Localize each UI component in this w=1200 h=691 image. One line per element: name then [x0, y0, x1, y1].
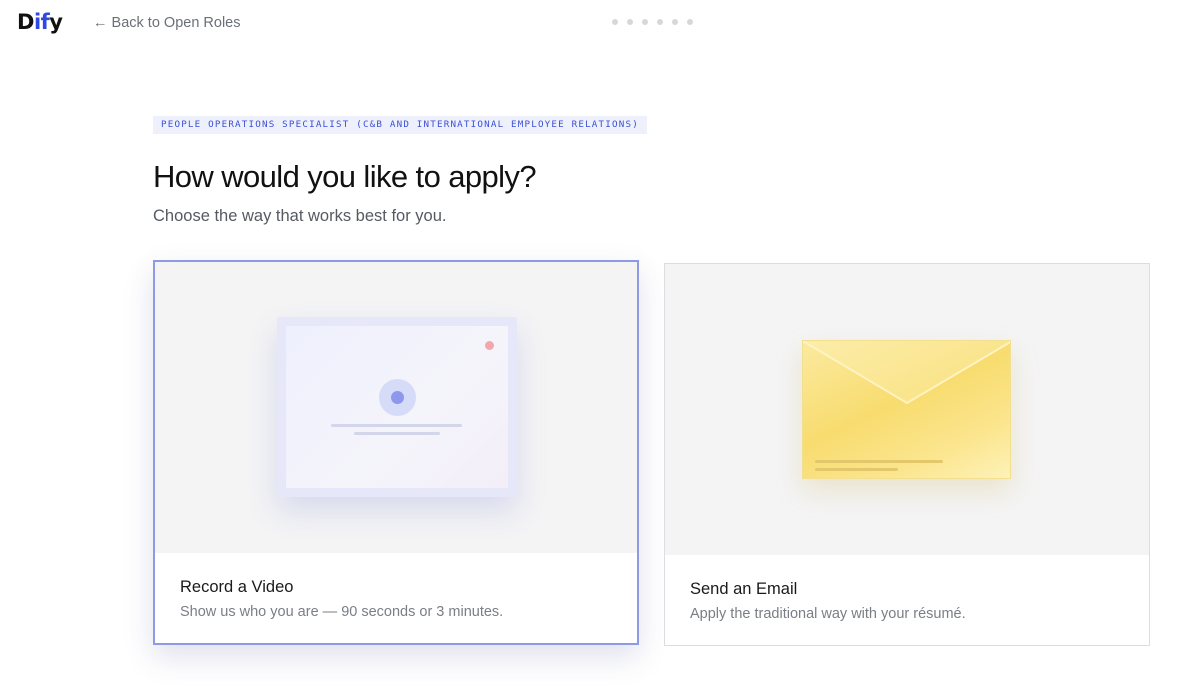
page-title: How would you like to apply?	[153, 159, 537, 194]
logo-letters-if: if	[33, 10, 50, 34]
option-description: Show us who you are — 90 seconds or 3 mi…	[180, 604, 504, 620]
placeholder-line	[815, 460, 943, 463]
envelope-flap	[803, 341, 1010, 405]
step-dot	[672, 19, 678, 25]
video-icon	[277, 317, 517, 497]
video-screen	[286, 326, 508, 488]
record-video-option-card[interactable]: Record a Video Show us who you are — 90 …	[153, 260, 639, 645]
step-dot	[642, 19, 648, 25]
play-icon-center	[391, 391, 404, 404]
option-title: Record a Video	[180, 578, 294, 596]
placeholder-line	[354, 432, 440, 435]
record-dot-icon	[485, 341, 494, 350]
option-description: Apply the traditional way with your résu…	[690, 606, 966, 622]
placeholder-line	[815, 468, 898, 471]
placeholder-line	[331, 424, 462, 427]
back-to-open-roles-link[interactable]: ← Back to Open Roles	[93, 14, 241, 32]
top-bar: Dify ← Back to Open Roles	[0, 0, 1200, 46]
dify-logo[interactable]: Dify	[17, 9, 63, 35]
step-dot	[687, 19, 693, 25]
role-badge: PEOPLE OPERATIONS SPECIALIST (C&B AND IN…	[153, 116, 647, 134]
logo-letter-d: D	[17, 10, 34, 34]
email-illustration-area	[665, 264, 1149, 555]
option-title: Send an Email	[690, 580, 798, 598]
envelope-icon	[802, 340, 1011, 479]
step-dot	[657, 19, 663, 25]
video-illustration-area	[155, 262, 637, 553]
logo-letter-y: y	[49, 10, 63, 34]
step-dot	[627, 19, 633, 25]
page-subtitle: Choose the way that works best for you.	[153, 207, 447, 225]
play-icon	[379, 379, 416, 416]
send-email-option-card[interactable]: Send an Email Apply the traditional way …	[664, 263, 1150, 646]
step-dot	[612, 19, 618, 25]
step-progress-indicator	[612, 19, 693, 25]
